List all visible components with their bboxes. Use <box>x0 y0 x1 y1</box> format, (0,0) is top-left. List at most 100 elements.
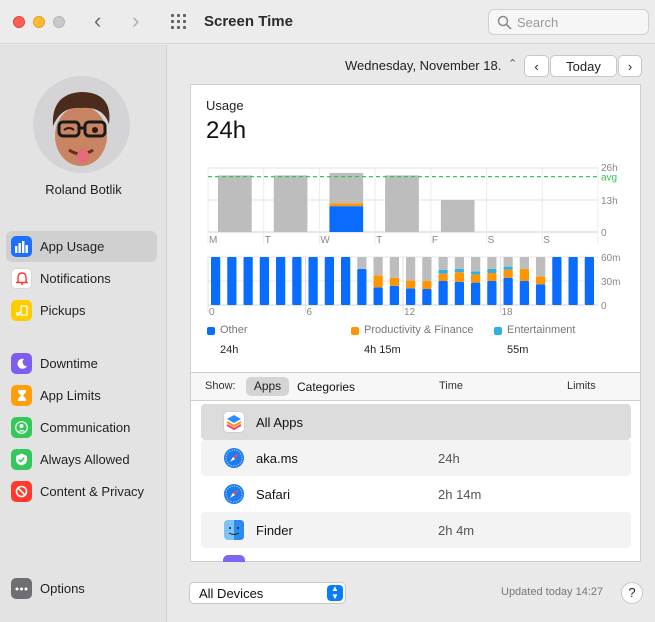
hour-bar-other <box>438 281 448 305</box>
hour-bar-productivity <box>389 277 399 286</box>
hour-bar-unused <box>454 257 464 269</box>
y-tick-label: 13h <box>601 196 618 207</box>
hour-bar-other <box>471 282 481 305</box>
chevron-updown-icon: ▲ ▼ <box>327 585 343 601</box>
table-row[interactable]: Safari 2h 14m <box>201 476 631 512</box>
table-row[interactable]: Finder 2h 4m <box>201 512 631 548</box>
device-select[interactable]: All Devices ▲ ▼ <box>189 582 346 604</box>
hour-bar-other <box>422 289 432 305</box>
row-app-name: Safari <box>256 487 290 502</box>
hour-bar-other <box>373 287 383 305</box>
y-tick-label: 0 <box>601 301 607 312</box>
hour-bar-productivity <box>454 272 464 282</box>
table-row[interactable]: aka.ms 24h <box>201 440 631 476</box>
next-day-button[interactable]: › <box>618 55 642 77</box>
bar-chart-icon <box>11 236 32 257</box>
usage-charts: M T W T F S S26havg13h00 6 12 1860m30m0 <box>207 163 620 318</box>
hour-bar-other <box>357 269 367 305</box>
sidebar-item-pickups[interactable]: Pickups <box>6 295 157 326</box>
hour-bar-unused <box>422 257 432 281</box>
legend-swatch-entertainment <box>494 327 502 335</box>
hour-bar-unused <box>536 257 546 277</box>
hour-bar-entertainment <box>471 271 481 275</box>
avatar[interactable] <box>33 76 130 173</box>
app-icon <box>223 555 245 562</box>
bar-day <box>385 175 419 232</box>
forward-button[interactable]: › <box>132 9 139 33</box>
sidebar-item-options[interactable]: Options <box>6 573 157 604</box>
bar-day <box>218 175 252 232</box>
x-tick-label: T <box>265 235 271 246</box>
search-box[interactable] <box>488 9 649 35</box>
close-button[interactable] <box>13 16 25 28</box>
hour-bar-other <box>487 281 497 305</box>
back-button[interactable]: ‹ <box>94 9 101 33</box>
time-column-header[interactable]: Time <box>439 380 463 392</box>
x-tick-label: T <box>376 235 382 246</box>
hour-bar-other <box>536 284 546 305</box>
hour-bar-unused <box>503 257 513 267</box>
legend-value: 55m <box>507 344 529 356</box>
hour-bar-entertainment <box>503 266 513 270</box>
search-input[interactable] <box>517 13 642 31</box>
row-time: 24h <box>438 451 460 466</box>
sidebar-item-label: Always Allowed <box>40 452 130 467</box>
hour-bar-productivity <box>438 273 448 281</box>
person-icon <box>11 417 32 438</box>
sidebar-item-notifications[interactable]: Notifications <box>6 263 157 294</box>
hour-bar-other <box>503 277 513 305</box>
table-header: Show: Apps Categories Time Limits <box>191 372 640 401</box>
hour-bar-other <box>324 257 334 305</box>
hour-bar-other <box>308 257 318 305</box>
hour-bar-other <box>211 257 221 305</box>
hourglass-icon <box>11 385 32 406</box>
today-button[interactable]: Today <box>550 55 617 77</box>
row-app-name: aka.ms <box>256 451 298 466</box>
hour-bar-productivity <box>519 269 529 281</box>
stack-icon <box>223 411 245 433</box>
hour-bar-other <box>243 257 253 305</box>
x-tick-label: 12 <box>404 307 416 318</box>
hour-bar-other <box>341 257 351 305</box>
sidebar-item-label: Downtime <box>40 356 98 371</box>
limits-column-header[interactable]: Limits <box>567 380 596 392</box>
minimize-button[interactable] <box>33 16 45 28</box>
table-row-partial[interactable] <box>201 548 631 562</box>
hour-bar-unused <box>519 257 529 269</box>
sidebar-item-app-limits[interactable]: App Limits <box>6 380 157 411</box>
categories-segment[interactable]: Categories <box>297 380 355 394</box>
hour-bar-entertainment <box>454 269 464 273</box>
hour-bar-other <box>519 281 529 305</box>
previous-day-button[interactable]: ‹ <box>524 55 549 77</box>
sidebar-item-downtime[interactable]: Downtime <box>6 348 157 379</box>
x-tick-label: 0 <box>209 307 215 318</box>
device-select-value: All Devices <box>199 586 264 601</box>
hour-bar-productivity <box>536 276 546 285</box>
block-icon <box>11 481 32 502</box>
zoom-button[interactable] <box>53 16 65 28</box>
x-tick-label: S <box>543 235 550 246</box>
table-row[interactable]: All Apps <box>201 404 631 440</box>
search-icon <box>497 15 512 30</box>
bell-icon <box>11 268 32 289</box>
hour-bar-unused <box>406 257 416 281</box>
sidebar-item-communication[interactable]: Communication <box>6 412 157 443</box>
chevron-updown-icon[interactable]: ⌃ <box>508 57 517 70</box>
sidebar-item-always-allowed[interactable]: Always Allowed <box>6 444 157 475</box>
window-title: Screen Time <box>204 13 293 30</box>
help-button[interactable]: ? <box>621 582 643 604</box>
pickup-icon <box>11 300 32 321</box>
date-selector[interactable]: Wednesday, November 18. <box>345 58 501 73</box>
finder-icon <box>223 519 245 541</box>
user-name: Roland Botlik <box>45 182 122 197</box>
x-tick-label: 18 <box>502 307 514 318</box>
apps-segment[interactable]: Apps <box>246 377 289 396</box>
title-bar: ‹ › Screen Time <box>0 0 655 44</box>
checkmark-icon <box>11 449 32 470</box>
grid-icon[interactable] <box>171 14 189 30</box>
sidebar-item-app-usage[interactable]: App Usage <box>6 231 157 262</box>
hour-bar-unused <box>487 257 497 269</box>
sidebar-item-content-privacy[interactable]: Content & Privacy <box>6 476 157 507</box>
bar-other <box>329 206 364 232</box>
average-label: avg <box>601 173 617 184</box>
